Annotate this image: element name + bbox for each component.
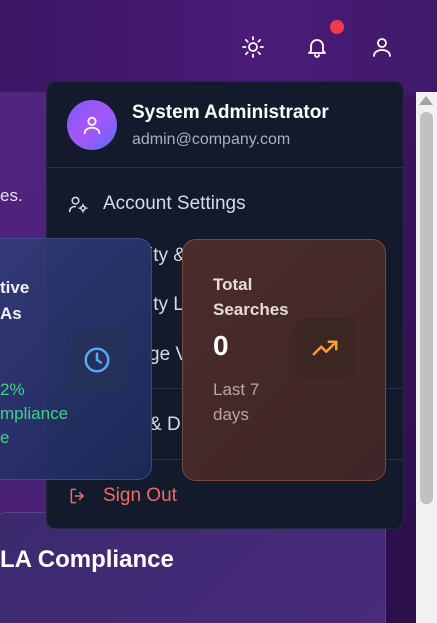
trend-up-icon — [295, 318, 355, 378]
avatar — [67, 100, 117, 150]
sla-value-line: mpliance — [0, 404, 69, 423]
scrollbar-thumb[interactable] — [420, 112, 433, 504]
total-searches-period: Last 7 days — [213, 377, 259, 427]
account-settings-item[interactable]: Account Settings — [67, 189, 246, 219]
menu-item-peek: ity & — [149, 245, 186, 266]
user-gear-icon — [67, 193, 89, 215]
sun-icon[interactable] — [238, 32, 268, 62]
sla-title-line: tive — [0, 278, 30, 297]
notification-badge — [330, 20, 344, 34]
user-info-header: System Administrator admin@company.com — [47, 82, 403, 168]
total-searches-title: Total Searches — [213, 272, 289, 322]
scroll-up-arrow[interactable] — [419, 96, 433, 105]
bell-icon[interactable] — [302, 32, 332, 62]
menu-item-peek: & D — [149, 414, 181, 435]
total-searches-value: 0 — [213, 330, 229, 361]
background-text: es. — [0, 186, 23, 205]
account-settings-label: Account Settings — [103, 193, 246, 214]
clock-icon — [67, 330, 127, 390]
sla-card-title: tive As — [0, 275, 29, 327]
sla-value-line: e — [0, 428, 10, 447]
sla-title-line: As — [0, 304, 22, 323]
sla-compliance-title: LA Compliance — [0, 546, 174, 573]
user-email: admin@company.com — [132, 131, 291, 148]
sign-out-icon — [67, 485, 89, 507]
searches-period-line: Last 7 — [213, 380, 260, 399]
sla-value-line: 2% — [0, 380, 25, 399]
user-icon[interactable] — [367, 32, 397, 62]
searches-title-line: Total — [213, 275, 253, 294]
sign-out-item[interactable]: Sign Out — [67, 481, 177, 511]
user-name: System Administrator — [132, 102, 329, 123]
searches-title-line: Searches — [213, 300, 289, 319]
sla-card-value: 2% mpliance e — [0, 378, 68, 450]
searches-period-line: days — [213, 405, 249, 424]
sign-out-label: Sign Out — [103, 485, 177, 506]
